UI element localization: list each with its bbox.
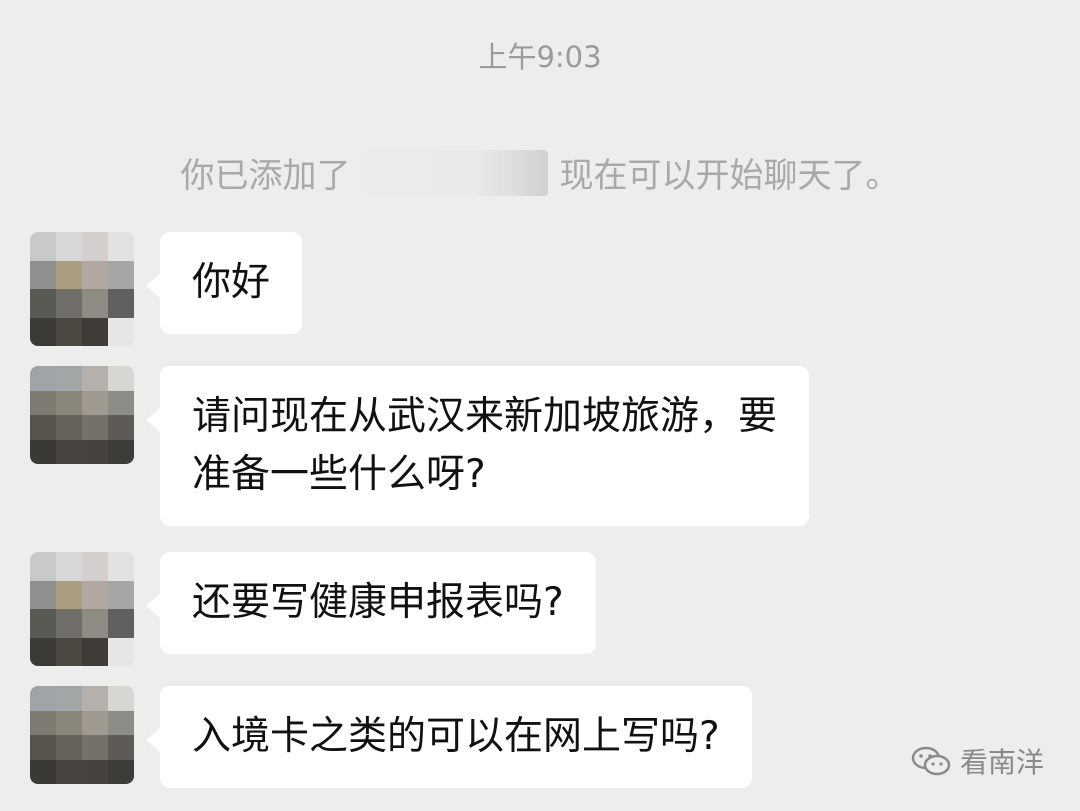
- notice-prefix: 你已添加了: [180, 156, 351, 196]
- message-bubble[interactable]: 入境卡之类的可以在网上写吗?: [146, 686, 752, 788]
- friend-added-notice: 你已添加了 现在可以开始聊天了。: [0, 148, 1080, 197]
- message-row: 你好: [30, 232, 303, 346]
- message-row: 还要写健康申报表吗?: [30, 552, 596, 666]
- avatar[interactable]: [30, 366, 134, 464]
- watermark: 看南洋: [910, 741, 1044, 781]
- message-bubble[interactable]: 你好: [145, 232, 303, 334]
- redacted-contact-name: [362, 149, 548, 196]
- message-row: 入境卡之类的可以在网上写吗?: [30, 686, 752, 788]
- avatar[interactable]: [30, 232, 134, 346]
- message-bubble[interactable]: 请问现在从武汉来新加坡旅游，要 准备一些什么呀?: [145, 366, 810, 526]
- avatar[interactable]: [30, 686, 134, 784]
- wechat-channel-icon: [911, 746, 951, 776]
- message-timestamp: 上午9:03: [478, 40, 602, 74]
- notice-suffix: 现在可以开始聊天了。: [559, 156, 900, 196]
- message-row: 请问现在从武汉来新加坡旅游，要 准备一些什么呀?: [30, 366, 810, 526]
- watermark-label: 看南洋: [959, 746, 1044, 779]
- avatar[interactable]: [30, 552, 134, 666]
- message-bubble[interactable]: 还要写健康申报表吗?: [146, 552, 596, 654]
